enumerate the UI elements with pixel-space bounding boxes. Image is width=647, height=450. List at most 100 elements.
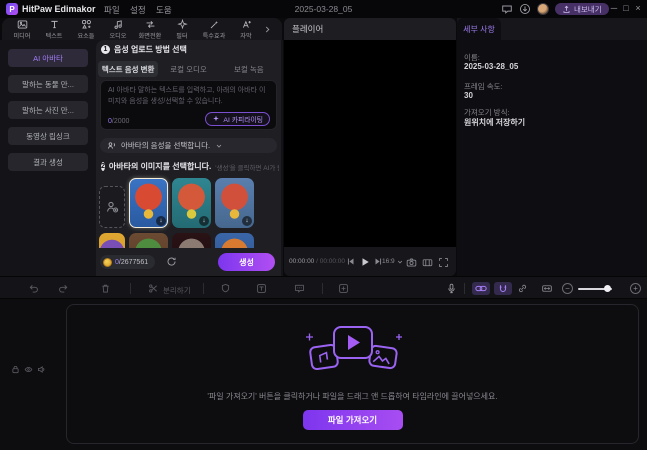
script-placeholder: AI 아바타 말하는 텍스트를 입력하고, 아래의 아바타 이미지와 음성을 생… bbox=[108, 87, 266, 105]
ribbon-tab-text[interactable]: 텍스트 bbox=[38, 19, 70, 40]
detail-value-import-mode: 원위치에 저장하기 bbox=[464, 118, 526, 127]
link-toggle[interactable] bbox=[472, 282, 490, 295]
play-icon[interactable] bbox=[360, 257, 370, 267]
sidebar-item-result[interactable]: 결과 생성 bbox=[8, 153, 88, 171]
ribbon-tab-label: 화면전환 bbox=[138, 32, 162, 40]
video-preview[interactable] bbox=[284, 40, 456, 247]
transition-icon bbox=[145, 19, 156, 30]
detail-value-framerate: 30 bbox=[464, 91, 473, 100]
avatar-option-clown-red-hair-blue-bg[interactable]: ↓ bbox=[129, 178, 168, 228]
ribbon-tab-label: 텍스트 bbox=[45, 32, 63, 40]
zoom-in-button[interactable]: + bbox=[630, 283, 641, 294]
upload-avatar-icon bbox=[105, 200, 119, 214]
sidebar-item-talking-animal[interactable]: 말하는 동물 만... bbox=[8, 75, 88, 93]
tab-vocal-record[interactable]: 보컬 녹음 bbox=[219, 61, 279, 77]
generate-button[interactable]: 생성 bbox=[218, 253, 275, 271]
minimize-button[interactable]: ─ bbox=[608, 3, 620, 13]
avatar-option-clown-girl-pom-hair[interactable]: ↓ bbox=[215, 178, 254, 228]
sidebar-item-ai-avatar[interactable]: AI 아바타 bbox=[8, 49, 88, 67]
add-clip-icon[interactable] bbox=[338, 283, 349, 294]
credits-pill: 0/2677561 bbox=[100, 255, 156, 269]
close-button[interactable]: × bbox=[632, 3, 644, 13]
avatar-download-icon[interactable]: ↓ bbox=[156, 216, 166, 226]
snapshot-icon[interactable] bbox=[406, 257, 417, 268]
upload-avatar-button[interactable] bbox=[99, 186, 125, 228]
edit-toolbar: 분리하기 − + bbox=[0, 276, 647, 299]
fit-timeline-icon[interactable] bbox=[541, 283, 553, 294]
upload-method-tabs: 텍스트 음성 변환 로컬 오디오 보컬 녹음 bbox=[98, 61, 279, 77]
script-text-input[interactable]: AI 아바타 말하는 텍스트를 입력하고, 아래의 아바타 이미지와 음성을 생… bbox=[100, 80, 277, 130]
ribbon-tab-label: 미디어 bbox=[13, 32, 31, 40]
tab-text-to-speech[interactable]: 텍스트 음성 변환 bbox=[98, 61, 159, 77]
mic-icon[interactable] bbox=[446, 283, 457, 294]
ai-copywriting-button[interactable]: AI 카피라이팅 bbox=[205, 112, 270, 126]
feedback-icon[interactable] bbox=[500, 2, 514, 16]
ribbon-tab-label: 필터 bbox=[176, 32, 188, 40]
user-avatar[interactable] bbox=[537, 3, 549, 15]
proportion-icon[interactable] bbox=[422, 257, 433, 268]
ribbon-tab-label: 오디오 bbox=[109, 32, 127, 40]
ribbon-tab-effects[interactable]: 특수효과 bbox=[198, 19, 230, 40]
step1-number: 1 bbox=[101, 45, 110, 54]
toolbar-divider bbox=[464, 283, 465, 294]
timeline-area: '파일 가져오기' 버튼을 클릭하거나 파일을 드래그 앤 드롭하여 타임라인에… bbox=[0, 299, 647, 450]
delete-icon[interactable] bbox=[100, 283, 111, 294]
subtitle-icon bbox=[241, 19, 252, 30]
ribbon-tab-media[interactable]: 미디어 bbox=[6, 19, 38, 40]
coin-icon bbox=[103, 257, 112, 267]
audio-icon bbox=[113, 19, 124, 30]
avatar-option-clown-red-hair-teal-bg[interactable]: ↓ bbox=[172, 178, 211, 228]
refresh-icon[interactable] bbox=[166, 256, 177, 267]
tab-local-audio[interactable]: 로컬 오디오 bbox=[158, 61, 218, 77]
text-box-icon[interactable] bbox=[256, 283, 267, 294]
chain-icon[interactable] bbox=[517, 283, 528, 294]
text-icon bbox=[49, 19, 60, 30]
player-title: 플레이어 bbox=[292, 24, 324, 34]
import-file-button[interactable]: 파일 가져오기 bbox=[302, 409, 403, 430]
zoom-slider-handle[interactable] bbox=[604, 285, 611, 292]
sidebar-item-video-lipsync[interactable]: 동영상 립싱크 bbox=[8, 127, 88, 145]
time-display: 00:00:00 / 00:00:00 bbox=[289, 258, 346, 265]
undo-icon[interactable] bbox=[28, 283, 39, 294]
ribbon-tab-audio[interactable]: 오디오 bbox=[102, 19, 134, 40]
prev-frame-icon[interactable] bbox=[346, 257, 355, 266]
ribbon-expand-chevron-icon[interactable] bbox=[262, 25, 272, 34]
track-lock-icon[interactable] bbox=[11, 365, 20, 374]
ribbon-tab-transition[interactable]: 화면전환 bbox=[134, 19, 166, 40]
avatar-download-icon[interactable]: ↓ bbox=[242, 216, 252, 226]
split-label[interactable]: 분리하기 bbox=[163, 285, 191, 296]
ribbon-tab-subtitle[interactable]: 자막 bbox=[230, 19, 262, 40]
player-header: 플레이어 bbox=[284, 18, 456, 40]
details-panel: 이름: 2025-03-28_05 프레임 속도: 30 가져오기 방식: 원위… bbox=[457, 40, 647, 276]
export-button[interactable]: 내보내기 bbox=[555, 3, 609, 15]
timeline-dropzone[interactable]: '파일 가져오기' 버튼을 클릭하거나 파일을 드래그 앤 드롭하여 타임라인에… bbox=[66, 304, 639, 444]
avatar-panel-footer: 0/2677561 생성 bbox=[96, 248, 281, 276]
drop-hint-text: '파일 가져오기' 버튼을 클릭하거나 파일을 드래그 앤 드롭하여 타임라인에… bbox=[207, 391, 498, 401]
voice-select-dropdown[interactable]: 아바타의 음성을 선택합니다. bbox=[100, 138, 277, 153]
filter-icon bbox=[176, 18, 188, 30]
char-counter: 0/2000 bbox=[108, 118, 130, 125]
download-center-icon[interactable] bbox=[518, 2, 532, 16]
ribbon-tab-elements[interactable]: 요소들 bbox=[70, 19, 102, 40]
maximize-button[interactable]: □ bbox=[620, 3, 632, 13]
ribbon-tab-filter[interactable]: 필터 bbox=[166, 18, 198, 40]
fullscreen-icon[interactable] bbox=[438, 257, 449, 268]
split-icon[interactable] bbox=[148, 283, 159, 294]
track-eye-icon[interactable] bbox=[24, 365, 33, 374]
caret-down-icon bbox=[397, 259, 403, 265]
magnet-toggle[interactable] bbox=[494, 282, 512, 295]
ribbon-tab-label: 특수효과 bbox=[202, 32, 226, 40]
sidebar-item-talking-photo[interactable]: 말하는 사진 만... bbox=[8, 101, 88, 119]
ai-spark-icon bbox=[212, 115, 220, 123]
aspect-ratio-value: 16:9 bbox=[382, 258, 395, 265]
ribbon-tab-label: 자막 bbox=[240, 32, 252, 40]
avatar-download-icon[interactable]: ↓ bbox=[199, 216, 209, 226]
aspect-ratio-select[interactable]: 16:9 bbox=[382, 258, 403, 265]
shield-icon[interactable] bbox=[220, 283, 231, 294]
subtitle-bubble-icon[interactable] bbox=[294, 283, 305, 294]
media-cluster-icon bbox=[290, 319, 416, 383]
track-mute-icon[interactable] bbox=[37, 365, 46, 374]
zoom-out-button[interactable]: − bbox=[562, 283, 573, 294]
tab-details[interactable]: 세부 사항 bbox=[457, 18, 501, 40]
redo-icon[interactable] bbox=[58, 283, 69, 294]
